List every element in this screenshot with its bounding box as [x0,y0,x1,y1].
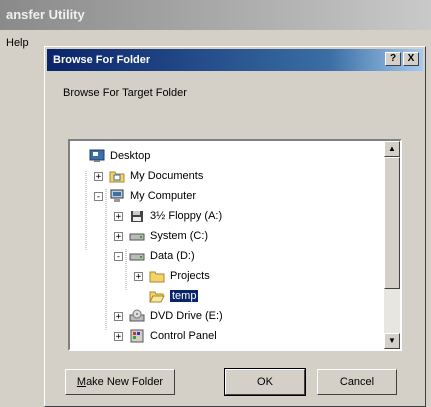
tree-item[interactable]: temp [134,287,199,305]
tree-item[interactable]: Desktop [74,147,150,165]
scroll-down-icon[interactable]: ▼ [384,333,400,349]
make-new-folder-button[interactable]: Make New Folder [65,369,175,395]
collapse-icon[interactable]: - [94,191,103,201]
menu-help[interactable]: Help [6,37,29,49]
drive-icon [129,229,145,243]
dvd-icon [129,309,145,323]
browse-for-folder-dialog: Browse For Folder ? X Browse For Target … [44,46,426,407]
computer-icon [109,189,125,203]
tree-item-label: 3½ Floppy (A:) [150,210,223,222]
tree-item-label: My Documents [130,170,204,182]
dialog-instruction: Browse For Target Folder [63,87,187,99]
tree-scrollbar[interactable]: ▲ ▼ [384,141,400,349]
tree-item-label: System (C:) [150,230,209,242]
cancel-button[interactable]: Cancel [317,369,397,395]
expand-icon[interactable]: + [114,331,123,341]
tree-item-label: DVD Drive (E:) [150,310,223,322]
desktop-icon [89,149,105,163]
expand-icon[interactable]: + [114,311,123,321]
folder-icon [149,269,165,283]
floppy-icon [129,209,145,223]
tree-item[interactable]: - My Computer [94,187,196,205]
tree-item-label: Control Panel [150,330,217,342]
new-folder-mnemonic: M [76,376,87,388]
drive-icon [129,249,145,263]
folder-tree[interactable]: Desktop + My Documents - My Computer +3½ Flop… [68,139,402,351]
tree-item[interactable]: + My Documents [94,167,203,185]
close-button[interactable]: X [403,52,419,66]
tree-item-label: Desktop [110,150,151,162]
new-folder-label: ake New Folder [86,376,164,388]
folder-docs-icon [109,169,125,183]
expand-icon[interactable]: + [114,211,123,221]
tree-item[interactable]: - Data (D:) [114,247,195,265]
tree-item[interactable]: + Projects [134,267,210,285]
dialog-titlebar[interactable]: Browse For Folder ? X [47,49,423,71]
tree-item-label: temp [170,290,199,302]
tree-item-label: Data (D:) [150,250,195,262]
expand-icon[interactable]: + [134,271,143,281]
control-panel-icon [129,329,145,343]
tree-item-label: My Computer [130,190,197,202]
folder-open-icon [149,289,165,303]
tree-items: Desktop + My Documents - My Computer +3½ Flop… [70,141,383,349]
scroll-thumb[interactable] [384,157,400,289]
expand-icon[interactable]: + [94,171,103,181]
tree-item[interactable]: + System (C:) [114,227,208,245]
tree-item[interactable]: + Control Panel [114,327,217,345]
no-expander [134,292,143,301]
scroll-up-icon[interactable]: ▲ [384,141,400,157]
tree-item[interactable]: + DVD Drive (E:) [114,307,223,325]
help-button[interactable]: ? [385,52,401,66]
background-window-titlebar: ansfer Utility [0,0,431,30]
dialog-title: Browse For Folder [53,54,151,66]
tree-item[interactable]: +3½ Floppy (A:) [114,207,222,225]
expand-icon[interactable]: + [114,231,123,241]
no-expander [74,152,83,161]
ok-button[interactable]: OK [224,368,306,396]
collapse-icon[interactable]: - [114,251,123,261]
tree-item-label: Projects [170,270,210,282]
background-window-title: ansfer Utility [6,7,85,22]
